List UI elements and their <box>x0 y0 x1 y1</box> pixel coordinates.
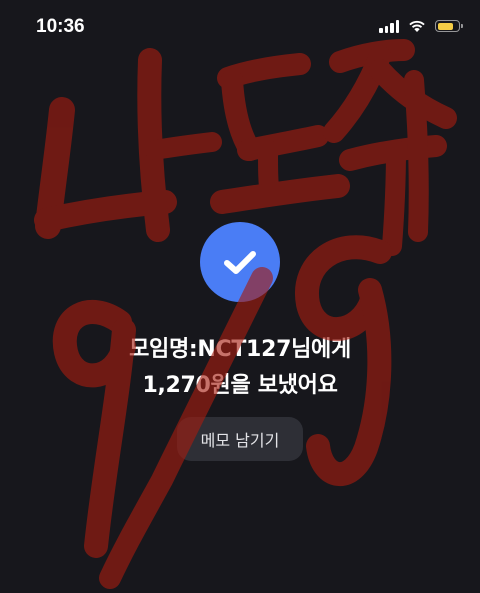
status-bar: 10:36 <box>0 0 480 56</box>
amount-message: 1,270원을 보냈어요 <box>142 373 338 398</box>
recipient-message: 모임명:NCT127님에게 <box>129 337 351 362</box>
battery-icon <box>435 20 463 32</box>
leave-memo-button[interactable]: 메모 남기기 <box>177 417 303 461</box>
status-time: 10:36 <box>36 16 85 37</box>
wifi-icon <box>409 20 425 32</box>
battery-level <box>437 22 453 30</box>
cellular-signal-icon <box>379 19 399 33</box>
success-check-icon <box>200 222 280 302</box>
status-icons <box>379 19 463 33</box>
transfer-complete-screen: 10:36 모임명:NCT127님에게 1,270원을 보냈어요 메모 남기기 <box>0 0 480 593</box>
